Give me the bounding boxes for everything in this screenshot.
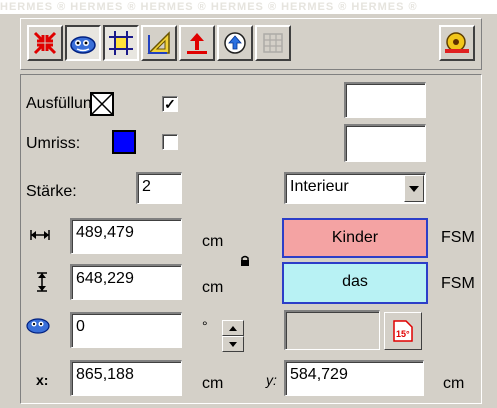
font-suffix-2: FSM [441,275,475,292]
outline-color-swatch[interactable] [112,130,136,154]
shrink-button[interactable] [27,25,63,61]
y-input[interactable]: 584,729 [284,360,424,396]
eye-view-icon [26,318,50,334]
font-box-1[interactable]: Kinder [282,218,428,258]
spin-up-button[interactable] [222,320,244,336]
thickness-label: Stärke: [26,183,77,200]
arrow-up-icon [229,326,237,331]
outline-checkbox[interactable] [162,134,178,150]
grid-table-icon [263,33,283,53]
circle-up-arrow-icon [224,32,246,54]
rotation-angle-field [284,310,380,350]
no-fill-cross-icon [92,94,112,114]
spin-down-button[interactable] [222,336,244,352]
fill-label: Ausfüllung [26,95,92,112]
eye-view-icon [70,36,96,54]
x-unit: cm [202,375,224,392]
x-label: x: [36,372,49,388]
outline-label: Umriss: [26,135,81,152]
height-input[interactable]: 648,229 [70,264,182,300]
svg-text:15°: 15° [396,329,410,339]
rotate-15-degrees-icon: 15° [393,320,413,342]
rotation-input[interactable]: 0 [70,312,182,348]
arrow-down-icon [229,342,237,347]
triangle-ruler-icon [147,31,170,54]
view-button[interactable] [65,25,101,61]
height-icon [36,272,48,298]
rotation-preset-button[interactable]: 15° [384,312,422,350]
thickness-input[interactable]: 2 [136,172,182,204]
rotation-icon [26,316,50,339]
grid-select-icon [109,31,133,55]
rotation-unit: ° [202,318,208,334]
table-button[interactable] [255,25,291,61]
dropdown-button[interactable] [404,175,424,202]
fill-checkbox[interactable]: ✓ [162,96,178,112]
lock-icon [241,255,249,266]
ruler-button[interactable] [141,25,177,61]
fill-color-swatch[interactable] [90,92,114,116]
aspect-lock[interactable] [240,254,250,272]
baseline-up-button[interactable] [179,25,215,61]
position-mode-value: Interieur [290,178,349,195]
fill-extra-field[interactable] [344,82,426,118]
shrink-arrows-icon [33,31,57,55]
position-mode-select[interactable]: Interieur [284,172,426,204]
chevron-down-icon [409,185,419,192]
arrow-up-baseline-icon [187,33,207,54]
width-input[interactable]: 489,479 [70,218,182,254]
x-input[interactable]: 865,188 [70,360,182,396]
watermark-strip: HERMES ® HERMES ® HERMES ® HERMES ® HERM… [0,0,497,14]
width-icon [30,228,50,248]
y-label: y: [266,372,277,388]
width-unit: cm [202,233,224,250]
measure-button[interactable] [439,25,475,61]
move-up-button[interactable] [217,25,253,61]
font-box-2[interactable]: das [282,262,428,304]
vertical-arrows-icon [37,272,47,292]
horizontal-arrows-icon [30,230,50,240]
font-suffix-1: FSM [441,229,475,246]
y-unit: cm [443,375,465,392]
height-unit: cm [202,279,224,296]
toolbar [20,18,482,70]
tape-measure-icon [445,32,469,53]
rotation-spinner[interactable] [222,320,244,352]
grid-select-button[interactable] [103,25,139,61]
outline-extra-field[interactable] [344,124,426,162]
